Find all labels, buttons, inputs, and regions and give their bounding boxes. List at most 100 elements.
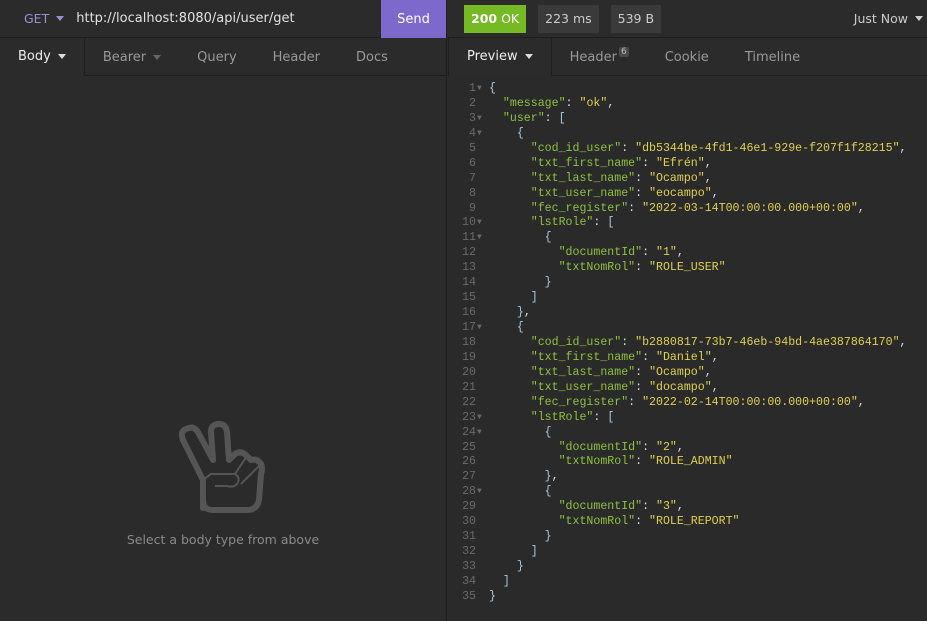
peace-hand-icon <box>178 421 265 513</box>
code-text: "txt_last_name": "Ocampo", <box>530 365 712 379</box>
code-line: 28 ▼ { <box>448 485 927 500</box>
tab-body[interactable]: Body <box>0 38 85 76</box>
response-preview: 1 ▼{2 "message": "ok", 3 ▼ "user": [4 ▼ {5 "… <box>448 82 927 605</box>
response-time: 223 ms <box>538 4 599 33</box>
line-number: 20 <box>462 365 476 379</box>
code-line: 21 "txt_user_name": "docampo", <box>448 381 927 396</box>
code-text: { <box>516 126 524 140</box>
fold-gutter <box>476 381 489 396</box>
line-number: 1 <box>469 82 476 95</box>
code-line: 4 ▼ { <box>448 127 927 142</box>
fold-gutter <box>476 246 489 261</box>
code-line: 3 ▼ "user": [ <box>448 112 927 127</box>
line-number: 27 <box>462 470 476 484</box>
line-number: 29 <box>462 500 476 514</box>
code-text: }, <box>516 306 531 320</box>
code-line: 19 "txt_first_name": "Daniel", <box>448 351 927 366</box>
tab-label: Preview <box>467 49 518 64</box>
code-line: 24 ▼ { <box>448 426 927 441</box>
fold-arrow-icon[interactable]: ▼ <box>476 112 489 127</box>
caret-down-icon <box>56 16 65 21</box>
code-line: 16 }, <box>448 306 927 321</box>
fold-arrow-icon[interactable]: ▼ <box>476 216 489 231</box>
tab-docs[interactable]: Docs <box>338 38 406 76</box>
code-text: "txt_user_name": "docampo", <box>530 380 719 394</box>
line-number: 18 <box>462 335 476 349</box>
code-text: "documentId": "1", <box>558 246 684 260</box>
line-number: 24 <box>462 425 476 439</box>
fold-gutter <box>476 590 489 605</box>
code-line: 33 } <box>448 560 927 575</box>
tab-label: Body <box>18 49 51 64</box>
send-button[interactable]: Send <box>381 0 446 38</box>
code-text: "fec_register": "2022-02-14T00:00:00.000… <box>530 395 865 409</box>
fold-arrow-icon[interactable]: ▼ <box>476 82 489 97</box>
line-number: 6 <box>469 156 476 170</box>
tab-preview[interactable]: Preview <box>448 38 552 76</box>
fold-arrow-icon[interactable]: ▼ <box>476 426 489 441</box>
code-text: { <box>544 425 552 439</box>
tab-timeline[interactable]: Timeline <box>727 38 818 76</box>
tab-bearer[interactable]: Bearer <box>85 38 179 76</box>
header-count-badge: 6 <box>618 47 629 57</box>
code-line: 34 ] <box>448 575 927 590</box>
request-pane: GET http://localhost:8080/api/user/get S… <box>0 0 447 621</box>
code-line: 1 ▼{ <box>448 82 927 97</box>
fold-arrow-icon[interactable]: ▼ <box>476 411 489 426</box>
line-number: 35 <box>462 589 476 603</box>
code-text: "cod_id_user": "db5344be-4fd1-46e1-929e-… <box>530 141 907 155</box>
code-text: "lstRole": [ <box>530 216 615 230</box>
status-text: OK <box>501 11 520 26</box>
request-tabs: Body Bearer Query Header Docs <box>0 38 446 76</box>
url-input[interactable]: http://localhost:8080/api/user/get <box>76 11 294 26</box>
line-number: 4 <box>469 126 476 140</box>
method-dropdown[interactable]: GET <box>24 11 65 26</box>
tab-cookie[interactable]: Cookie <box>647 38 727 76</box>
status-code: 200 <box>471 11 498 26</box>
fold-arrow-icon[interactable]: ▼ <box>476 485 489 500</box>
line-number: 30 <box>462 515 476 529</box>
tab-response-header[interactable]: Header 6 <box>552 38 647 76</box>
code-line: 14 } <box>448 276 927 291</box>
code-text: "txtNomRol": "ROLE_REPORT" <box>558 515 740 529</box>
code-text: "message": "ok", <box>502 96 615 110</box>
code-line: 13 "txtNomRol": "ROLE_USER" <box>448 261 927 276</box>
tab-label: Header <box>569 49 617 65</box>
fold-gutter <box>476 560 489 575</box>
line-number: 8 <box>469 186 476 200</box>
code-line: 25 "documentId": "2", <box>448 441 927 456</box>
fold-gutter <box>476 441 489 456</box>
code-line: 27 }, <box>448 470 927 485</box>
line-number: 19 <box>462 350 476 364</box>
fold-gutter <box>476 172 489 187</box>
code-line: 9 "fec_register": "2022-03-14T00:00:00.0… <box>448 202 927 217</box>
line-number: 23 <box>462 410 476 424</box>
line-number: 12 <box>462 246 476 260</box>
code-line: 30 "txtNomRol": "ROLE_REPORT" <box>448 515 927 530</box>
line-number: 26 <box>462 455 476 469</box>
code-text: "txt_first_name": "Efrén", <box>530 156 712 170</box>
code-text: } <box>544 530 552 544</box>
fold-arrow-icon[interactable]: ▼ <box>476 231 489 246</box>
line-number: 32 <box>462 545 476 559</box>
status-badge: 200 OK <box>464 4 527 33</box>
method-label: GET <box>24 11 50 26</box>
tab-header[interactable]: Header <box>255 38 338 76</box>
fold-arrow-icon[interactable]: ▼ <box>476 321 489 336</box>
fold-gutter <box>476 97 489 112</box>
code-text: "txtNomRol": "ROLE_ADMIN" <box>558 455 733 469</box>
line-number: 25 <box>462 440 476 454</box>
history-dropdown[interactable]: Just Now <box>854 11 923 26</box>
code-text: }, <box>544 470 559 484</box>
code-text: "cod_id_user": "b2880817-73b7-46eb-94bd-… <box>530 335 907 349</box>
code-text: ] <box>530 291 538 305</box>
code-text: "lstRole": [ <box>530 410 615 424</box>
fold-gutter <box>476 351 489 366</box>
tab-query[interactable]: Query <box>179 38 255 76</box>
fold-gutter <box>476 366 489 381</box>
line-number: 2 <box>469 96 476 110</box>
tab-label: Bearer <box>102 49 147 65</box>
fold-arrow-icon[interactable]: ▼ <box>476 127 489 142</box>
fold-gutter <box>476 575 489 590</box>
code-text: "txtNomRol": "ROLE_USER" <box>558 261 726 275</box>
